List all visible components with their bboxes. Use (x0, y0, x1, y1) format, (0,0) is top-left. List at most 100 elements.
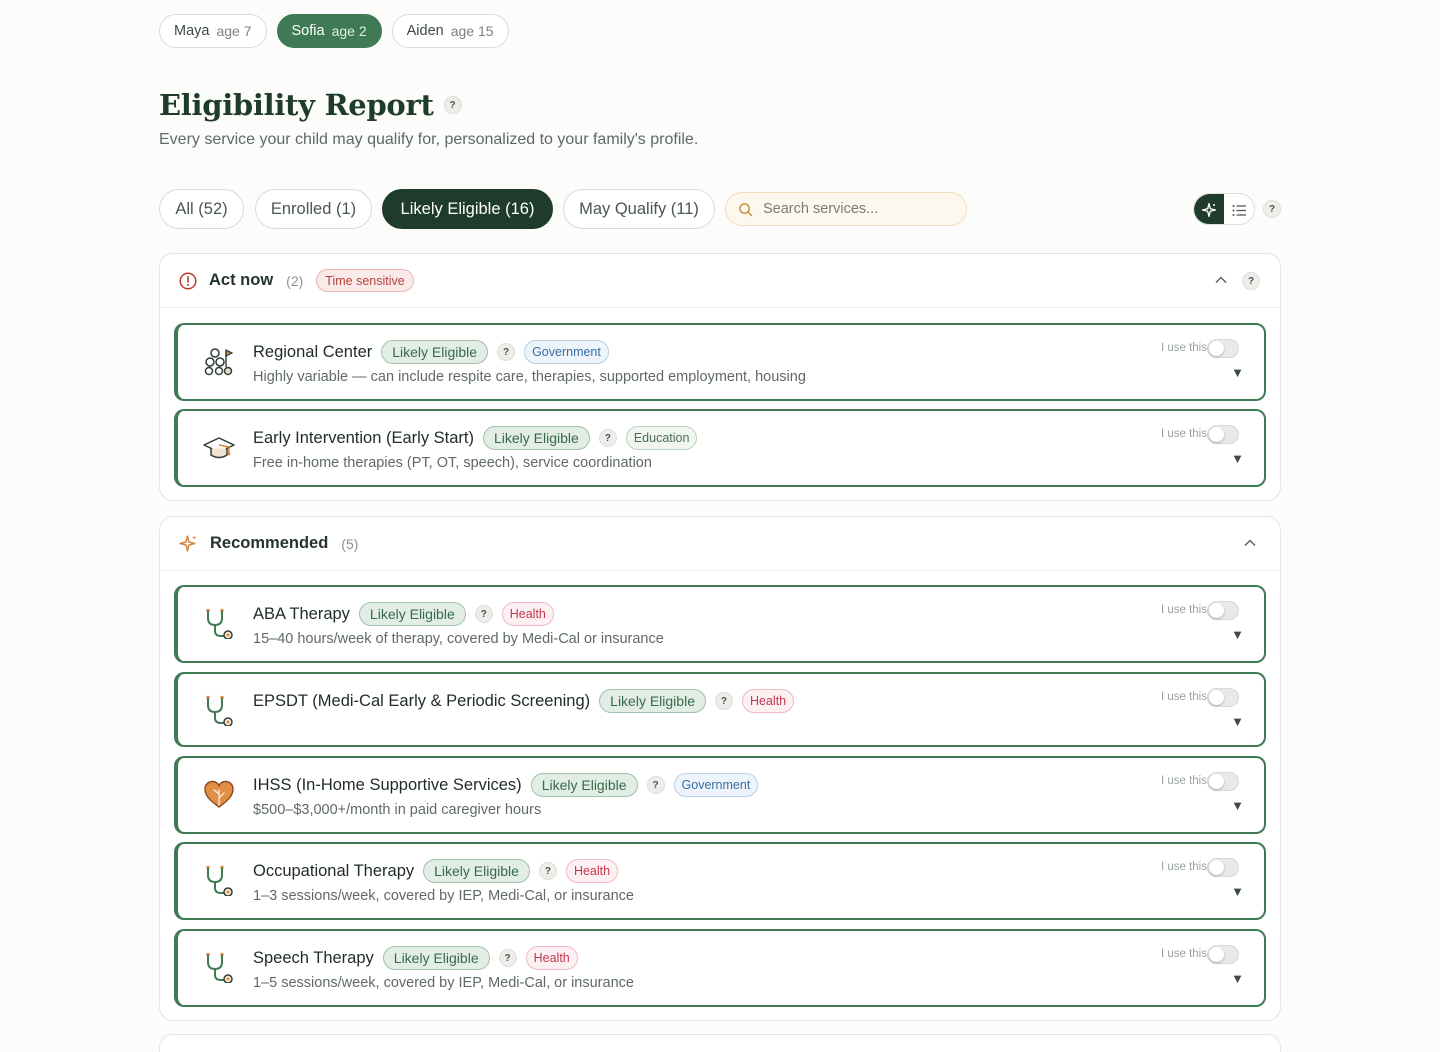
chevron-up-icon[interactable] (1243, 536, 1257, 550)
search-box (725, 192, 967, 226)
use-this-toggle[interactable] (1207, 688, 1239, 707)
service-card-occupational-therapy[interactable]: Occupational Therapy Likely Eligible ? H… (174, 842, 1266, 920)
expand-caret-icon[interactable]: ▼ (1231, 798, 1244, 813)
service-description: Highly variable — can include respite ca… (253, 369, 806, 385)
use-this-toggle[interactable] (1207, 601, 1239, 620)
use-this-label: I use this (1160, 775, 1207, 787)
service-description: 15–40 hours/week of therapy, covered by … (253, 631, 664, 647)
section-next (159, 1034, 1281, 1052)
service-card-aba-therapy[interactable]: ABA Therapy Likely Eligible ? Health 15–… (174, 585, 1266, 663)
child-tab-maya[interactable]: Maya age 7 (159, 14, 267, 48)
service-card-epsdt[interactable]: EPSDT (Medi-Cal Early & Periodic Screeni… (174, 672, 1266, 747)
page-title: Eligibility Report (159, 88, 434, 122)
service-card-speech-therapy[interactable]: Speech Therapy Likely Eligible ? Health … (174, 929, 1266, 1007)
section-count: (5) (341, 535, 359, 552)
help-icon[interactable]: ? (714, 692, 733, 710)
help-icon[interactable]: ? (538, 862, 557, 880)
eligibility-badge: Likely Eligible (358, 602, 466, 626)
category-badge: Health (565, 859, 619, 883)
help-icon[interactable]: ? (1242, 272, 1260, 290)
help-icon[interactable]: ? (1263, 200, 1281, 218)
expand-caret-icon[interactable]: ▼ (1231, 714, 1244, 729)
use-this-label: I use this (1160, 342, 1207, 354)
view-list-button[interactable] (1224, 194, 1254, 224)
service-name: ABA Therapy (253, 604, 350, 623)
category-badge: Health (525, 946, 578, 970)
stethoscope-icon (206, 865, 233, 896)
card-title-row: Early Intervention (Early Start) Likely … (253, 425, 698, 451)
service-description: 1–5 sessions/week, covered by IEP, Medi-… (253, 975, 634, 991)
use-this-toggle[interactable] (1207, 858, 1239, 877)
card-title-row: EPSDT (Medi-Cal Early & Periodic Screeni… (253, 688, 795, 714)
child-name: Aiden (406, 23, 444, 39)
page-title-row: Eligibility Report ? (159, 88, 462, 122)
use-this-label: I use this (1160, 861, 1207, 873)
graduation-cap-icon (203, 437, 235, 459)
service-card-regional-center[interactable]: Regional Center Likely Eligible ? Govern… (174, 323, 1266, 401)
card-title-row: IHSS (In-Home Supportive Services) Likel… (253, 772, 759, 798)
help-icon[interactable]: ? (497, 343, 516, 361)
community-icon (204, 348, 234, 376)
expand-caret-icon[interactable]: ▼ (1231, 971, 1244, 986)
time-sensitive-badge: Time sensitive (316, 269, 414, 292)
expand-caret-icon[interactable]: ▼ (1231, 884, 1244, 899)
help-icon[interactable]: ? (598, 429, 617, 447)
use-this-toggle[interactable] (1207, 339, 1239, 358)
help-icon[interactable]: ? (443, 96, 462, 114)
eligibility-badge: Likely Eligible (381, 340, 489, 364)
eligibility-badge: Likely Eligible (599, 689, 706, 713)
filter-may-qualify[interactable]: May Qualify (11) (563, 189, 715, 229)
card-title-row: ABA Therapy Likely Eligible ? Health (253, 601, 554, 627)
use-this-label: I use this (1160, 604, 1207, 616)
eligibility-badge: Likely Eligible (483, 426, 590, 450)
service-name: IHSS (In-Home Supportive Services) (253, 775, 522, 794)
card-title-row: Regional Center Likely Eligible ? Govern… (253, 339, 609, 365)
help-icon[interactable]: ? (646, 776, 665, 794)
expand-caret-icon[interactable]: ▼ (1231, 365, 1244, 380)
help-icon[interactable]: ? (474, 605, 493, 623)
filter-all[interactable]: All (52) (159, 189, 244, 229)
use-this-label: I use this (1160, 948, 1207, 960)
eligibility-badge: Likely Eligible (382, 946, 490, 970)
expand-caret-icon[interactable]: ▼ (1231, 627, 1244, 642)
search-input[interactable] (763, 201, 953, 217)
chevron-up-icon[interactable] (1214, 273, 1228, 287)
card-title-row: Speech Therapy Likely Eligible ? Health (253, 945, 578, 971)
category-badge: Health (741, 689, 795, 713)
service-name: Regional Center (253, 342, 373, 361)
service-description: 1–3 sessions/week, covered by IEP, Medi-… (253, 888, 634, 904)
use-this-toggle[interactable] (1207, 772, 1239, 791)
use-this-toggle[interactable] (1207, 945, 1239, 964)
service-name: EPSDT (Medi-Cal Early & Periodic Screeni… (253, 691, 591, 710)
child-age: age 7 (216, 23, 252, 39)
service-card-ihss[interactable]: IHSS (In-Home Supportive Services) Likel… (174, 756, 1266, 834)
page-subtitle: Every service your child may qualify for… (159, 131, 699, 148)
service-name: Speech Therapy (253, 948, 374, 967)
service-card-early-intervention[interactable]: Early Intervention (Early Start) Likely … (174, 409, 1266, 487)
eligibility-badge: Likely Eligible (530, 773, 638, 797)
section-header[interactable]: Act now (2) Time sensitive ? (160, 254, 1280, 308)
use-this-label: I use this (1160, 428, 1207, 440)
child-tab-sofia[interactable]: Sofia age 2 (276, 14, 382, 48)
sparkle-icon (179, 535, 197, 552)
child-tab-aiden[interactable]: Aiden age 15 (391, 14, 509, 48)
help-icon[interactable]: ? (498, 949, 517, 967)
filter-likely-eligible[interactable]: Likely Eligible (16) (382, 189, 553, 229)
service-description: Free in-home therapies (PT, OT, speech),… (253, 455, 652, 471)
child-age: age 2 (331, 23, 367, 39)
view-recommended-button[interactable] (1194, 194, 1224, 224)
sparkle-icon (1201, 202, 1217, 218)
stethoscope-icon (206, 608, 233, 639)
section-act-now: Act now (2) Time sensitive ? Regional Ce… (159, 253, 1281, 501)
section-header[interactable]: Recommended (5) (160, 517, 1280, 571)
stethoscope-icon (206, 695, 233, 726)
category-badge: Education (625, 426, 698, 450)
section-title: Act now (209, 271, 274, 289)
category-badge: Health (501, 602, 554, 626)
expand-caret-icon[interactable]: ▼ (1231, 451, 1244, 466)
use-this-toggle[interactable] (1207, 425, 1239, 444)
heart-hands-icon (204, 780, 234, 808)
card-title-row: Occupational Therapy Likely Eligible ? H… (253, 858, 619, 884)
child-age: age 15 (450, 23, 494, 39)
filter-enrolled[interactable]: Enrolled (1) (255, 189, 372, 229)
